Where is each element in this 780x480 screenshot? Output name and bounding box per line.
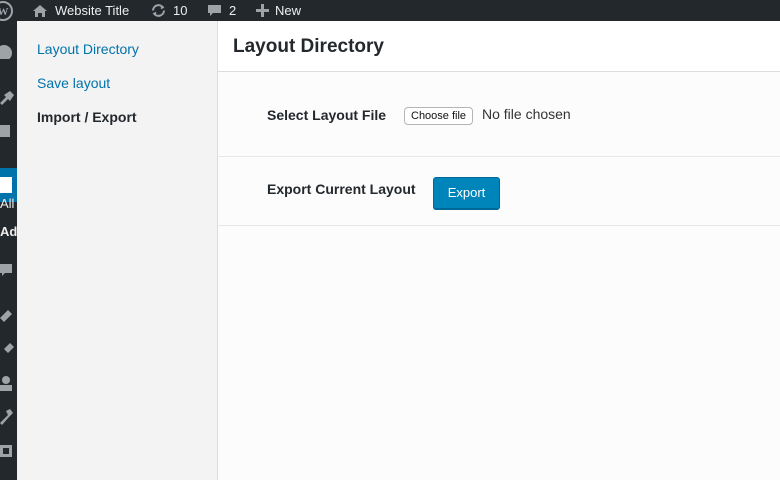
plugins-icon[interactable] [0,339,17,359]
tools-icon[interactable] [0,407,17,427]
comment-icon [207,4,222,18]
dashboard-icon[interactable] [0,41,17,61]
export-button[interactable]: Export [433,177,500,209]
site-title-link[interactable]: Website Title [32,0,129,21]
media-icon[interactable] [0,121,17,141]
page-title: Layout Directory [233,36,384,57]
updates-link[interactable]: 10 [150,0,187,21]
export-current-layout-label: Export Current Layout [267,181,416,197]
pin-icon[interactable] [0,87,17,107]
appearance-icon[interactable] [0,304,17,324]
settings-icon[interactable] [0,441,17,461]
updates-count: 10 [173,3,188,18]
export-row: Export Current Layout Export [218,157,780,226]
choose-file-button[interactable]: Choose file [404,107,474,125]
sidebar-item-layout-directory[interactable]: Layout Directory [37,41,139,57]
admin-menu: All Ad [0,21,17,480]
site-title: Website Title [55,3,130,18]
home-icon [32,4,48,18]
new-content-link[interactable]: New [256,0,301,21]
file-status-text: No file chosen [482,106,571,122]
plus-icon [256,4,269,17]
comments-menu-icon[interactable] [0,260,17,280]
select-layout-file-label: Select Layout File [267,107,387,123]
menu-partial-text-add[interactable]: Ad [0,224,17,239]
admin-bar: W Website Title 10 2 New [0,0,780,21]
modal-header: Layout Directory [218,21,780,72]
wordpress-logo-icon[interactable]: W [0,0,16,21]
users-icon[interactable] [0,373,17,393]
comments-count: 2 [229,3,237,18]
sidebar-item-import-export[interactable]: Import / Export [37,109,137,125]
menu-partial-text-all[interactable]: All [0,196,14,211]
sidebar-item-save-layout[interactable]: Save layout [37,75,110,91]
new-label: New [275,3,302,18]
svg-text:W: W [0,6,9,18]
modal-content: Layout Directory Select Layout File Choo… [218,21,780,480]
layout-modal: Layout Directory Save layout Import / Ex… [17,21,780,480]
import-row: Select Layout File Choose file No file c… [218,72,780,157]
comments-link[interactable]: 2 [207,0,236,21]
updates-icon [150,3,167,18]
modal-sidebar: Layout Directory Save layout Import / Ex… [17,21,218,480]
